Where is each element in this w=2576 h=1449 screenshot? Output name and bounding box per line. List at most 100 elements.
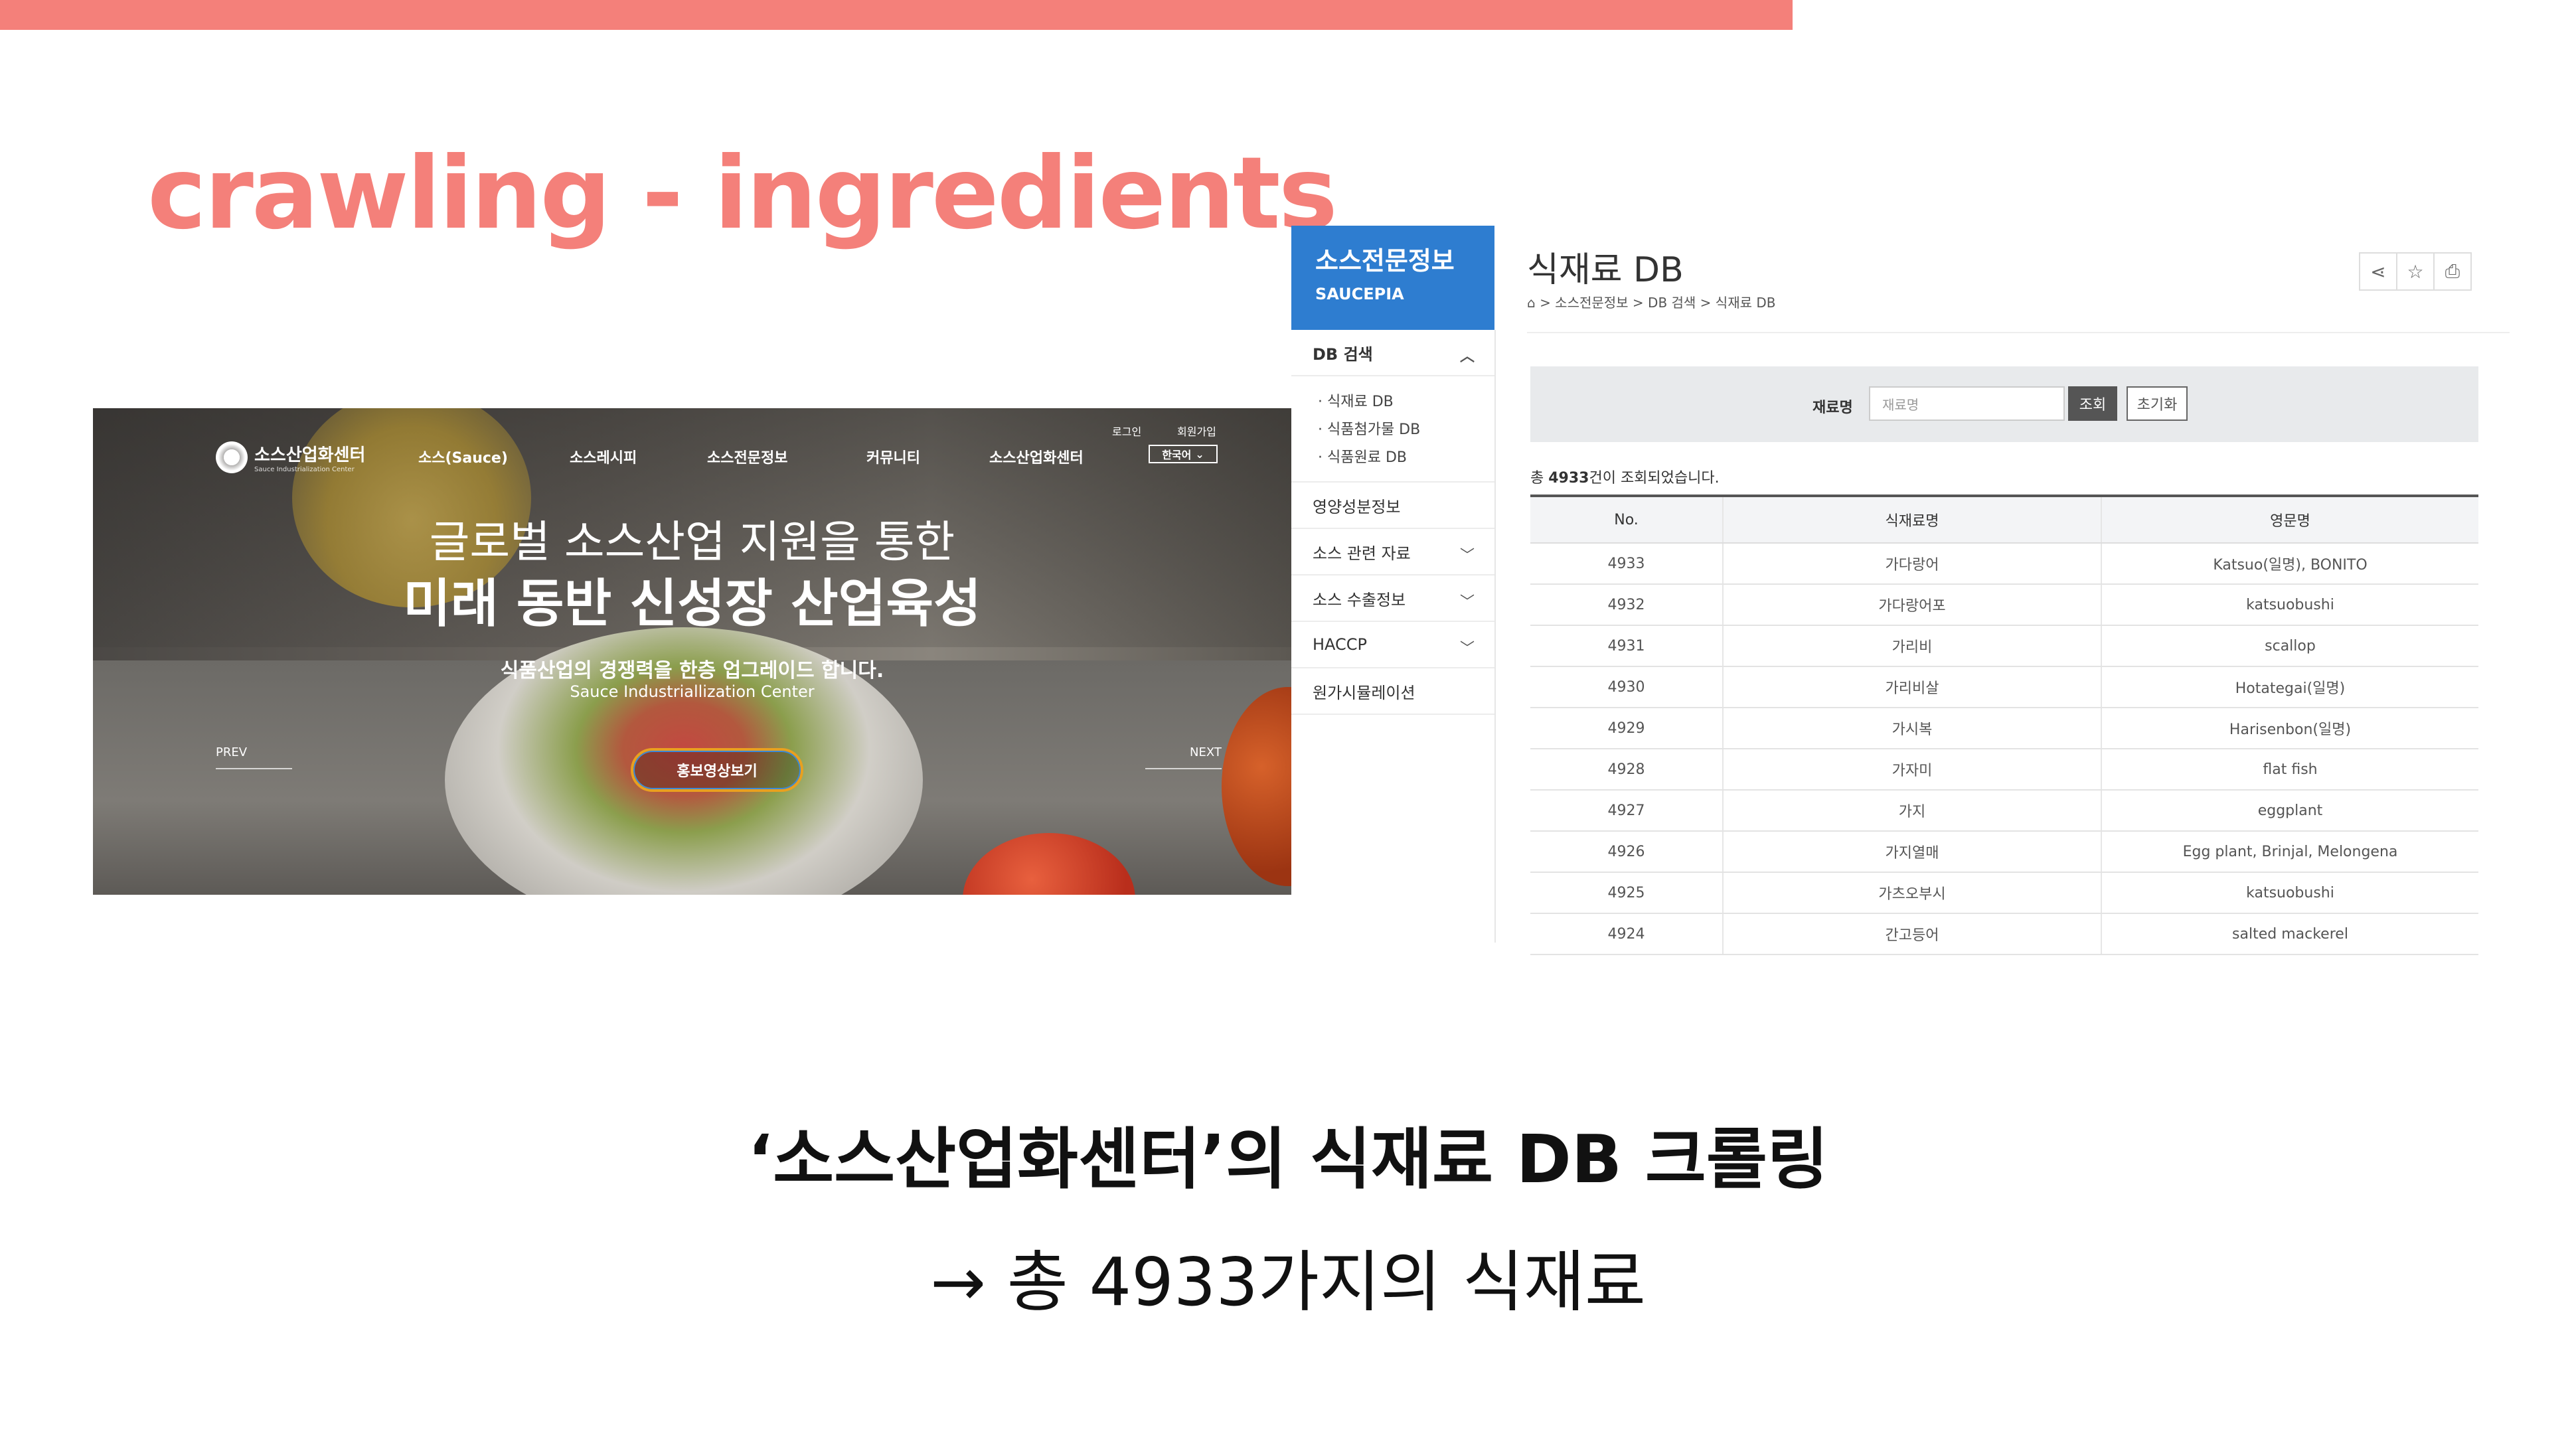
caption-line-2: → 총 4933가지의 식재료 — [930, 1243, 1646, 1321]
cell-english: Hotategai(일명) — [2101, 666, 2478, 708]
cell-name[interactable]: 가자미 — [1722, 749, 2101, 791]
sidebar-item-sauce-data[interactable]: 소스 관련 자료 ﹀ — [1291, 529, 1494, 575]
site-logo[interactable]: 소스산업화센터 Sauce Industrialization Center — [216, 441, 365, 473]
sidebar-submenu: · 식재료 DB · 식품첨가물 DB · 식품원료 DB — [1291, 376, 1494, 483]
sidebar-subitem-additive-db[interactable]: · 식품첨가물 DB — [1318, 416, 1494, 444]
sidebar-subitem-ingredient-db[interactable]: · 식재료 DB — [1318, 388, 1494, 416]
search-panel: 재료명 재료명 조회 초기화 — [1530, 366, 2478, 442]
cell-no: 4931 — [1530, 625, 1723, 667]
print-icon[interactable]: ⎙ — [2433, 252, 2472, 291]
header-name: 식재료명 — [1722, 495, 2101, 544]
flower-logo-icon — [216, 441, 248, 473]
brand-en: SAUCEPIA — [1315, 285, 1404, 303]
cell-no: 4926 — [1530, 831, 1723, 873]
table-row[interactable]: 4932 가다랑어포 katsuobushi — [1530, 584, 2478, 626]
result-count: 총 4933건이 조회되었습니다. — [1530, 466, 1720, 487]
reset-button[interactable]: 초기화 — [2127, 386, 2188, 421]
search-button[interactable]: 조회 — [2068, 386, 2117, 421]
table-row[interactable]: 4931 가리비 scallop — [1530, 625, 2478, 667]
sidebar-item-haccp[interactable]: HACCP ﹀ — [1291, 622, 1494, 668]
sidebar-item-export[interactable]: 소스 수출정보 ﹀ — [1291, 575, 1494, 622]
star-icon[interactable]: ☆ — [2396, 252, 2435, 291]
cell-no: 4930 — [1530, 666, 1723, 708]
page-tools: ⋖ ☆ ⎙ — [2359, 252, 2472, 291]
logo-sub: Sauce Industrialization Center — [254, 466, 355, 473]
slide-title: crawling - ingredients — [147, 136, 1338, 252]
nav-community[interactable]: 커뮤니티 — [866, 446, 920, 467]
sidebar-item-db-search[interactable]: DB 검색 ︿ — [1291, 330, 1494, 376]
table-row[interactable]: 4925 가츠오부시 katsuobushi — [1530, 872, 2478, 914]
chevron-down-icon: ﹀ — [1459, 594, 1475, 611]
table-row[interactable]: 4929 가시복 Harisenbon(일명) — [1530, 708, 2478, 749]
cell-name[interactable]: 가리비 — [1722, 625, 2101, 667]
logo-name: 소스산업화센터 — [254, 445, 366, 465]
sidebar-item-cost-simulation[interactable]: 원가시뮬레이션 — [1291, 668, 1494, 715]
cell-english: salted mackerel — [2101, 913, 2478, 955]
page-title: 식재료 DB — [1527, 250, 1684, 290]
cell-name[interactable]: 가다랑어포 — [1722, 584, 2101, 626]
sidebar-item-label: HACCP — [1313, 635, 1368, 654]
count-suffix: 건이 조회되었습니다. — [1589, 470, 1720, 487]
chevron-down-icon: ﹀ — [1459, 641, 1475, 657]
cell-no: 4932 — [1530, 584, 1723, 626]
hero-headline-2: 미래 동반 신성장 산업육성 — [403, 574, 981, 634]
signup-link[interactable]: 회원가입 — [1177, 423, 1216, 439]
cell-no: 4927 — [1530, 790, 1723, 832]
share-icon[interactable]: ⋖ — [2359, 252, 2397, 291]
chevron-down-icon: ﹀ — [1459, 548, 1475, 564]
prev-line — [216, 768, 292, 769]
cell-no: 4933 — [1530, 543, 1723, 585]
next-button[interactable]: NEXT — [1190, 745, 1222, 759]
language-select[interactable]: 한국어 ⌄ — [1149, 445, 1218, 463]
home-icon[interactable]: ⌂ — [1527, 295, 1536, 311]
count-prefix: 총 — [1530, 470, 1549, 487]
nav-center[interactable]: 소스산업화센터 — [989, 446, 1084, 467]
cell-english: katsuobushi — [2101, 584, 2478, 626]
breadcrumb: ⌂ > 소스전문정보 > DB 검색 > 식재료 DB — [1527, 292, 1775, 311]
table-row[interactable]: 4933 가다랑어 Katsuo(일명), BONITO — [1530, 543, 2478, 585]
cell-name[interactable]: 가리비살 — [1722, 666, 2101, 708]
divider — [1527, 332, 2510, 333]
nav-recipe[interactable]: 소스레시피 — [570, 446, 637, 467]
header-english: 영문명 — [2101, 495, 2478, 544]
header-no: No. — [1530, 495, 1723, 544]
table-row[interactable]: 4924 간고등어 salted mackerel — [1530, 913, 2478, 955]
chevron-up-icon: ︿ — [1459, 348, 1475, 365]
breadcrumb-path: > 소스전문정보 > DB 검색 > 식재료 DB — [1540, 295, 1776, 311]
search-input[interactable]: 재료명 — [1869, 386, 2065, 421]
hero-screenshot: 소스산업화센터 Sauce Industrialization Center 소… — [93, 408, 1291, 895]
sidebar-item-label: 영양성분정보 — [1313, 497, 1401, 516]
cell-english: scallop — [2101, 625, 2478, 667]
sidebar-subitem-raw-material-db[interactable]: · 식품원료 DB — [1318, 444, 1494, 472]
nav-expert-info[interactable]: 소스전문정보 — [707, 446, 787, 467]
sidebar-item-nutrition[interactable]: 영양성분정보 — [1291, 483, 1494, 529]
table-row[interactable]: 4926 가지열매 Egg plant, Brinjal, Melongena — [1530, 831, 2478, 873]
table-header-row: No. 식재료명 영문명 — [1530, 495, 2478, 544]
top-accent-bar — [0, 0, 1793, 30]
promo-video-button[interactable]: 홍보영상보기 — [631, 748, 803, 792]
table-row[interactable]: 4928 가자미 flat fish — [1530, 749, 2478, 791]
brand-title: 소스전문정보 — [1315, 246, 1455, 275]
count-value: 4933 — [1548, 470, 1589, 487]
search-label: 재료명 — [1812, 400, 1853, 416]
sidebar-item-label: DB 검색 — [1313, 344, 1373, 364]
cell-name[interactable]: 가다랑어 — [1722, 543, 2101, 585]
chevron-down-icon: ⌄ — [1195, 447, 1204, 461]
cell-name[interactable]: 가시복 — [1722, 708, 2101, 749]
sidebar: DB 검색 ︿ · 식재료 DB · 식품첨가물 DB · 식품원료 DB 영양… — [1291, 330, 1496, 943]
prev-button[interactable]: PREV — [216, 745, 247, 759]
nav-sauce[interactable]: 소스(Sauce) — [418, 446, 508, 467]
table-row[interactable]: 4927 가지 eggplant — [1530, 790, 2478, 832]
next-line — [1145, 768, 1222, 769]
cell-name[interactable]: 가츠오부시 — [1722, 872, 2101, 914]
cell-name[interactable]: 가지 — [1722, 790, 2101, 832]
cell-name[interactable]: 가지열매 — [1722, 831, 2101, 873]
language-value: 한국어 — [1162, 449, 1192, 461]
table-row[interactable]: 4930 가리비살 Hotategai(일명) — [1530, 666, 2478, 708]
cell-name[interactable]: 간고등어 — [1722, 913, 2101, 955]
sidebar-item-label: 원가시뮬레이션 — [1313, 683, 1415, 702]
ingredient-table: No. 식재료명 영문명 4933 가다랑어 Katsuo(일명), BONITO … — [1530, 495, 2478, 955]
cell-no: 4928 — [1530, 749, 1723, 791]
sidebar-item-label: 소스 관련 자료 — [1313, 544, 1411, 563]
login-link[interactable]: 로그인 — [1112, 423, 1141, 439]
